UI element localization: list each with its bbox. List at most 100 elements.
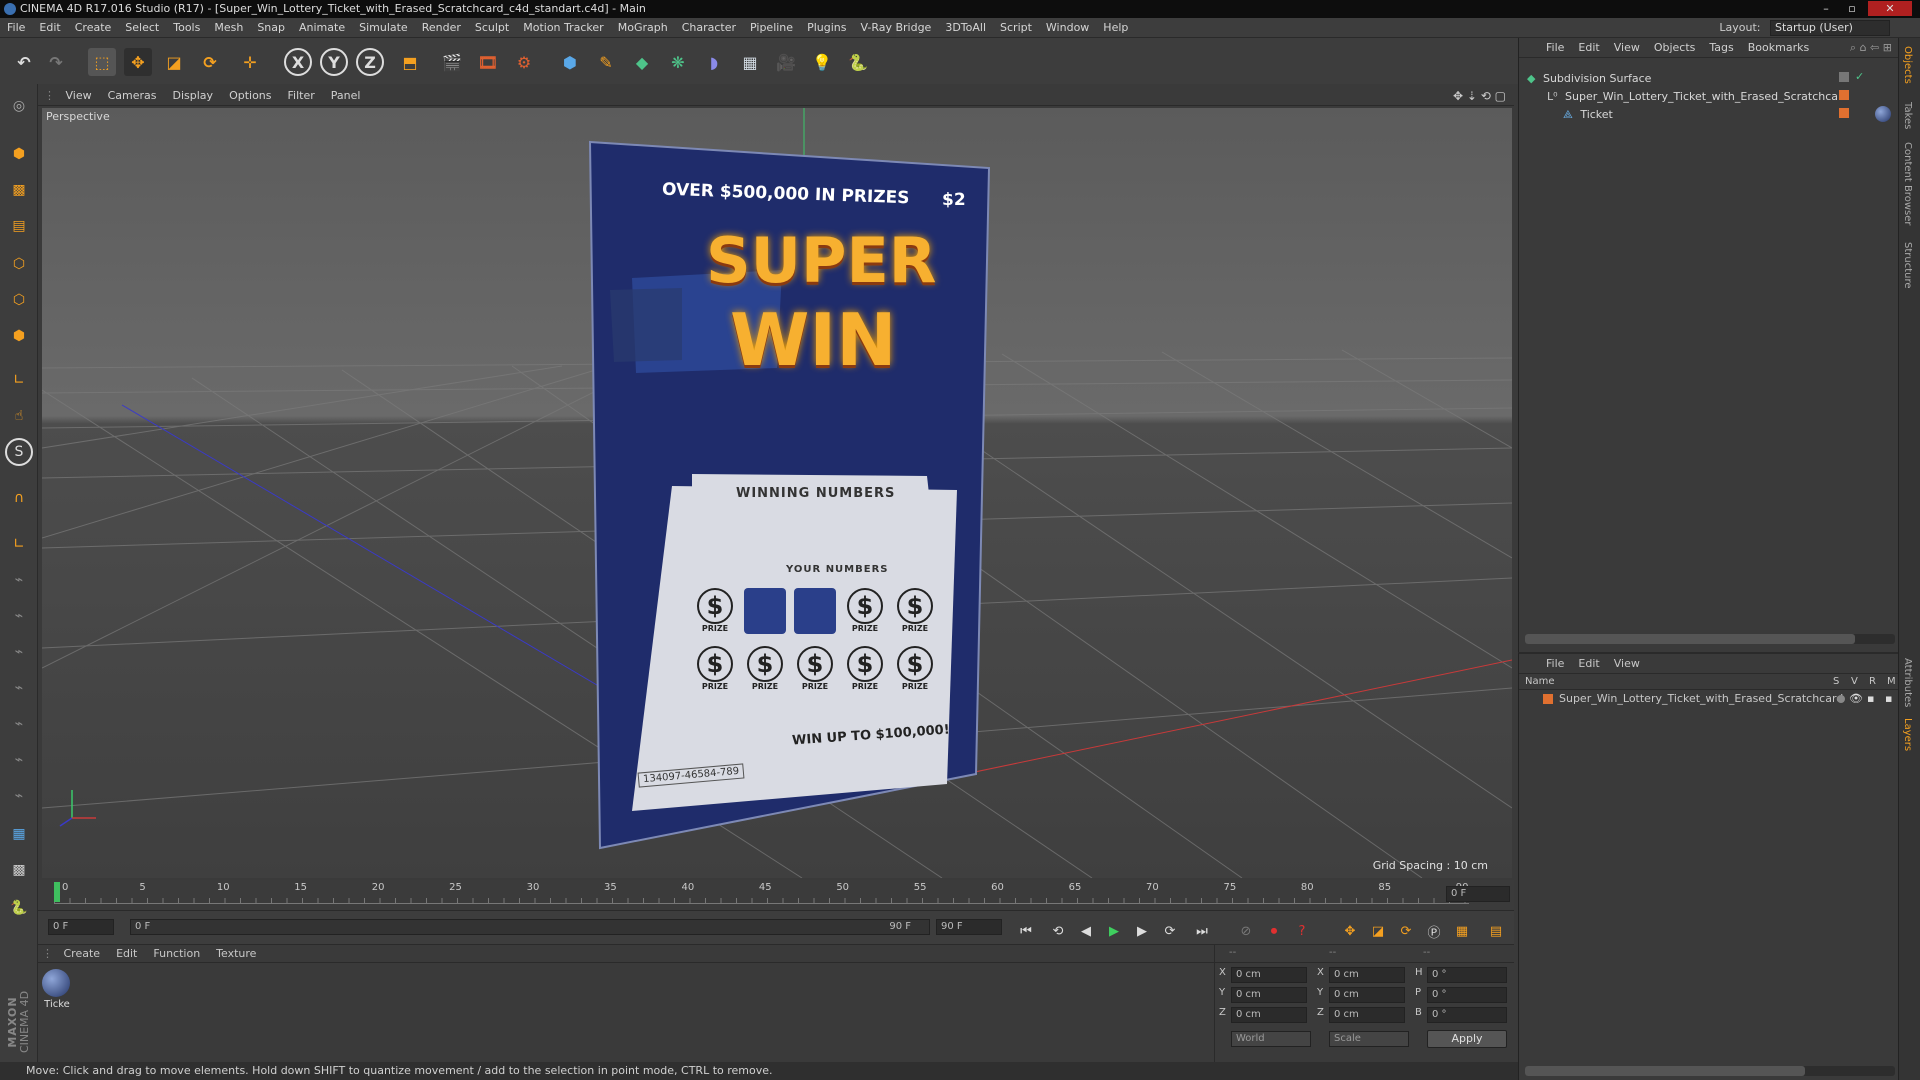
key-scale-icon[interactable]: ◪ [1366, 919, 1390, 943]
layer-menu-file[interactable]: File [1539, 654, 1571, 674]
size-field[interactable]: 0 cm [1329, 987, 1405, 1003]
maximize-button[interactable]: ▫ [1842, 1, 1862, 16]
start-frame-field[interactable]: 0 F [48, 919, 114, 935]
key-position-icon[interactable]: ✥ [1338, 919, 1362, 943]
texture-tag-icon[interactable] [1875, 106, 1891, 122]
layer-manager-icon[interactable]: ▪ [1885, 690, 1892, 708]
light-icon[interactable]: 💡 [808, 48, 836, 76]
object-menu-bookmarks[interactable]: Bookmarks [1741, 38, 1816, 58]
next-frame-icon[interactable]: ▶ [1130, 919, 1154, 943]
3d-viewport[interactable]: OVER $500,000 IN PRIZES $2 SUPER WIN WIN… [42, 108, 1512, 878]
menu-character[interactable]: Character [675, 18, 743, 38]
play-icon[interactable]: ▶ [1102, 919, 1126, 943]
timeline-window-icon[interactable]: ▤ [1484, 919, 1508, 943]
layer-row[interactable]: Super_Win_Lottery_Ticket_with_Erased_Scr… [1519, 690, 1898, 708]
deformer-icon[interactable]: ◗ [700, 48, 728, 76]
viewport-menu-view[interactable]: View [58, 86, 100, 106]
pen-spline-icon[interactable]: ✎ [592, 48, 620, 76]
viewport-nav-icons[interactable]: ✥ ⇣ ⟲ ▢ [1453, 89, 1506, 103]
object-menu-view[interactable]: View [1607, 38, 1647, 58]
menu-3dtoall[interactable]: 3DToAll [938, 18, 993, 38]
edges-mode-icon[interactable]: ⬡ [5, 286, 33, 314]
make-editable-icon[interactable]: ◎ [5, 92, 33, 120]
menu-vray-bridge[interactable]: V-Ray Bridge [853, 18, 938, 38]
menu-window[interactable]: Window [1039, 18, 1096, 38]
viewport-menu-display[interactable]: Display [165, 86, 222, 106]
next-key-icon[interactable]: ⟳ [1158, 919, 1182, 943]
current-frame-field[interactable]: 0 F [1446, 886, 1510, 902]
rotation-field[interactable]: 0 ° [1427, 987, 1507, 1003]
texture-mode-icon[interactable]: ▩ [5, 176, 33, 204]
menu-plugins[interactable]: Plugins [800, 18, 853, 38]
material-menu-texture[interactable]: Texture [208, 945, 264, 963]
object-menu-edit[interactable]: Edit [1571, 38, 1606, 58]
viewport-menu-filter[interactable]: Filter [280, 86, 323, 106]
sculpt-brush-icon[interactable]: ⌁ [5, 782, 33, 810]
undo-icon[interactable]: ↶ [10, 48, 38, 76]
position-field[interactable]: 0 cm [1231, 967, 1307, 983]
position-field[interactable]: 0 cm [1231, 1007, 1307, 1023]
axis-tool-icon[interactable]: ∟ [5, 530, 33, 558]
menu-animate[interactable]: Animate [292, 18, 352, 38]
menu-tools[interactable]: Tools [166, 18, 207, 38]
size-mode-dropdown[interactable]: Scale [1329, 1031, 1409, 1047]
menu-sculpt[interactable]: Sculpt [468, 18, 516, 38]
autokey-icon[interactable]: ? [1290, 919, 1314, 943]
menu-mesh[interactable]: Mesh [207, 18, 250, 38]
workplane-mode-icon[interactable]: ▤ [5, 212, 33, 240]
menu-simulate[interactable]: Simulate [352, 18, 415, 38]
menu-motion-tracker[interactable]: Motion Tracker [516, 18, 610, 38]
object-row-null[interactable]: L⁰ Super_Win_Lottery_Ticket_with_Erased_… [1547, 88, 1849, 106]
coordinate-system-icon[interactable]: ⬒ [396, 48, 424, 76]
viewport-menu-options[interactable]: Options [221, 86, 279, 106]
sculpt-brush-icon[interactable]: ⌁ [5, 710, 33, 738]
snap-icon[interactable]: S [5, 438, 33, 466]
scale-icon[interactable]: ◪ [160, 48, 188, 76]
viewport-menu-panel[interactable]: Panel [323, 86, 369, 106]
tab-layers[interactable]: Layers [1902, 718, 1913, 751]
go-to-start-icon[interactable]: ⏮ [1014, 919, 1038, 943]
sculpt-brush-icon[interactable]: ⌁ [5, 638, 33, 666]
menu-render[interactable]: Render [415, 18, 468, 38]
record-active-icon[interactable]: ⏺ [1262, 919, 1286, 943]
sculpt-brush-icon[interactable]: ⌁ [5, 746, 33, 774]
cube-icon[interactable]: ⬢ [556, 48, 584, 76]
object-menu-tags[interactable]: Tags [1702, 38, 1740, 58]
tab-structure[interactable]: Structure [1902, 242, 1913, 289]
layer-color-tag[interactable] [1839, 72, 1849, 82]
tab-attributes[interactable]: Attributes [1902, 658, 1913, 707]
polygons-mode-icon[interactable]: ⬢ [5, 322, 33, 350]
layer-color-tag[interactable] [1839, 90, 1849, 100]
layer-color-tag[interactable] [1839, 108, 1849, 118]
enabled-check-icon[interactable]: ✓ [1855, 70, 1864, 83]
material-menu-edit[interactable]: Edit [108, 945, 145, 963]
model-mode-icon[interactable]: ⬢ [5, 140, 33, 168]
timeline-playhead[interactable] [54, 882, 60, 902]
transform-icon[interactable]: ✛ [236, 48, 264, 76]
previous-key-icon[interactable]: ⟲ [1046, 919, 1070, 943]
tab-takes[interactable]: Takes [1902, 102, 1913, 129]
z-axis-icon[interactable]: Z [356, 48, 384, 76]
edit-render-settings-icon[interactable]: ⚙ [510, 48, 538, 76]
menu-create[interactable]: Create [68, 18, 119, 38]
python-icon[interactable]: 🐍 [5, 894, 33, 922]
object-menu-objects[interactable]: Objects [1647, 38, 1703, 58]
layer-menu-view[interactable]: View [1607, 654, 1647, 674]
tab-content-browser[interactable]: Content Browser [1902, 142, 1913, 225]
tab-objects[interactable]: Objects [1902, 46, 1913, 84]
object-row-ticket[interactable]: ⟁ Ticket [1563, 106, 1613, 124]
menu-mograph[interactable]: MoGraph [611, 18, 675, 38]
layer-solo-icon[interactable] [1837, 695, 1845, 703]
move-icon[interactable]: ✥ [124, 48, 152, 76]
minimize-button[interactable]: – [1816, 1, 1836, 16]
position-field[interactable]: 0 cm [1231, 987, 1307, 1003]
frame-range-slider[interactable]: 0 F 90 F [130, 919, 930, 935]
y-axis-icon[interactable]: Y [320, 48, 348, 76]
object-nav-icons[interactable]: ⌕ ⌂ ⇦ ⊞ [1850, 41, 1892, 55]
camera-icon[interactable]: 🎥 [772, 48, 800, 76]
coordinate-mode-dropdown[interactable]: World [1231, 1031, 1311, 1047]
points-mode-icon[interactable]: ⬡ [5, 250, 33, 278]
layer-visible-icon[interactable]: 👁 [1849, 690, 1863, 708]
layout-dropdown[interactable]: Startup (User) [1770, 20, 1890, 36]
sculpt-brush-icon[interactable]: ⌁ [5, 602, 33, 630]
